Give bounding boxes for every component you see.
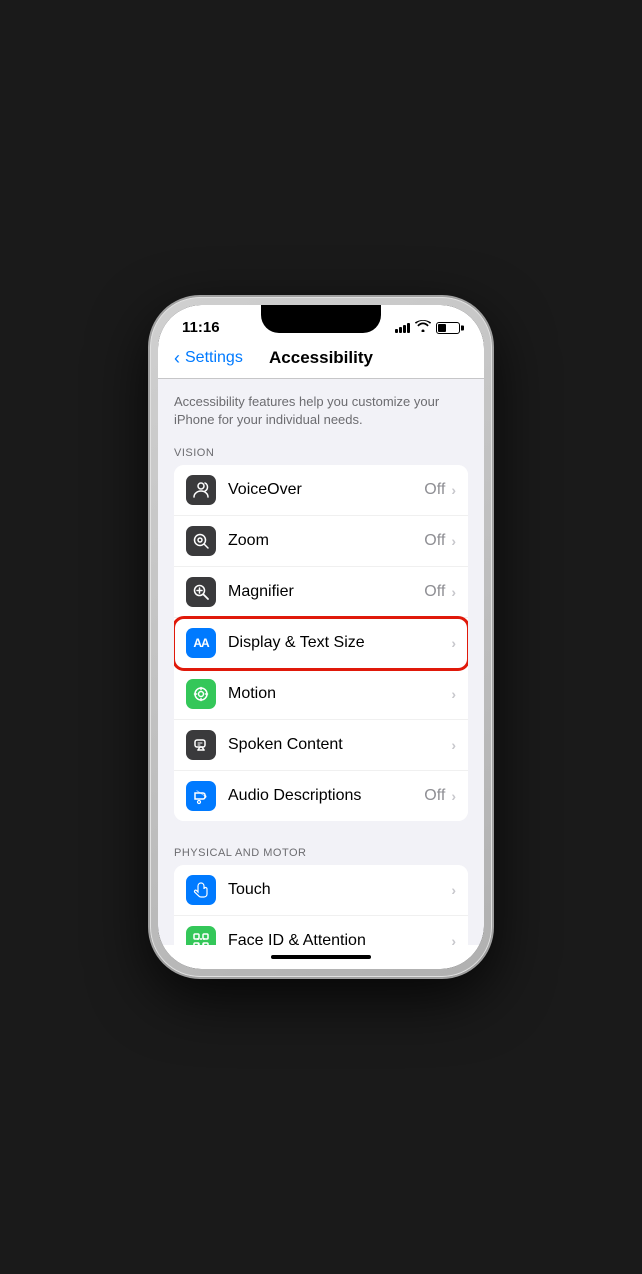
- audio-descriptions-label: Audio Descriptions: [228, 787, 424, 805]
- voiceover-chevron: ›: [451, 482, 456, 498]
- home-indicator[interactable]: [158, 945, 484, 969]
- nav-bar: ‹ Settings Accessibility: [158, 340, 484, 379]
- phone-frame: 11:16: [150, 297, 492, 977]
- signal-bars-icon: [395, 323, 410, 333]
- row-magnifier[interactable]: Magnifier Off ›: [174, 567, 468, 618]
- face-id-attention-icon: [186, 926, 216, 945]
- row-voiceover[interactable]: VoiceOver Off ›: [174, 465, 468, 516]
- home-bar: [271, 955, 371, 959]
- touch-label: Touch: [228, 881, 445, 899]
- voiceover-value: Off: [424, 481, 445, 499]
- chevron-left-icon: ‹: [174, 348, 180, 369]
- face-id-attention-label: Face ID & Attention: [228, 932, 445, 945]
- screen: 11:16: [158, 305, 484, 969]
- spoken-content-icon: [186, 730, 216, 760]
- display-text-size-icon: AA: [186, 628, 216, 658]
- magnifier-label: Magnifier: [228, 583, 424, 601]
- row-face-id-attention[interactable]: Face ID & Attention ›: [174, 916, 468, 945]
- spoken-content-label: Spoken Content: [228, 736, 445, 754]
- row-zoom[interactable]: Zoom Off ›: [174, 516, 468, 567]
- voiceover-icon: [186, 475, 216, 505]
- display-text-size-chevron: ›: [451, 635, 456, 651]
- section-header-vision: VISION: [158, 441, 484, 465]
- motion-label: Motion: [228, 685, 445, 703]
- magnifier-value: Off: [424, 583, 445, 601]
- touch-chevron: ›: [451, 882, 456, 898]
- row-audio-descriptions[interactable]: Audio Descriptions Off ›: [174, 771, 468, 821]
- zoom-label: Zoom: [228, 532, 424, 550]
- row-spoken-content[interactable]: Spoken Content ›: [174, 720, 468, 771]
- status-icons: [395, 320, 460, 335]
- magnifier-chevron: ›: [451, 584, 456, 600]
- vision-group: VoiceOver Off › Zoom O: [174, 465, 468, 821]
- status-time: 11:16: [182, 319, 220, 336]
- back-label: Settings: [185, 349, 243, 367]
- audio-descriptions-value: Off: [424, 787, 445, 805]
- zoom-chevron: ›: [451, 533, 456, 549]
- motion-chevron: ›: [451, 686, 456, 702]
- section-header-physical: PHYSICAL AND MOTOR: [158, 841, 484, 865]
- phone-inner: 11:16: [158, 305, 484, 969]
- spoken-content-chevron: ›: [451, 737, 456, 753]
- touch-icon: [186, 875, 216, 905]
- zoom-value: Off: [424, 532, 445, 550]
- notch: [261, 305, 381, 333]
- wifi-icon: [415, 320, 431, 335]
- voiceover-label: VoiceOver: [228, 481, 424, 499]
- zoom-icon: [186, 526, 216, 556]
- face-id-attention-chevron: ›: [451, 933, 456, 945]
- page-title: Accessibility: [269, 348, 373, 368]
- row-display-text-size[interactable]: AA Display & Text Size ›: [174, 618, 468, 669]
- physical-motor-group: Touch ›: [174, 865, 468, 945]
- audio-descriptions-chevron: ›: [451, 788, 456, 804]
- description-text: Accessibility features help you customiz…: [158, 379, 484, 441]
- display-text-size-label: Display & Text Size: [228, 634, 445, 652]
- row-motion[interactable]: Motion ›: [174, 669, 468, 720]
- audio-descriptions-icon: [186, 781, 216, 811]
- battery-icon: [436, 322, 460, 334]
- battery-fill: [438, 324, 446, 332]
- motion-icon: [186, 679, 216, 709]
- content-area[interactable]: Accessibility features help you customiz…: [158, 379, 484, 945]
- row-touch[interactable]: Touch ›: [174, 865, 468, 916]
- back-button[interactable]: ‹ Settings: [174, 348, 243, 369]
- magnifier-icon: [186, 577, 216, 607]
